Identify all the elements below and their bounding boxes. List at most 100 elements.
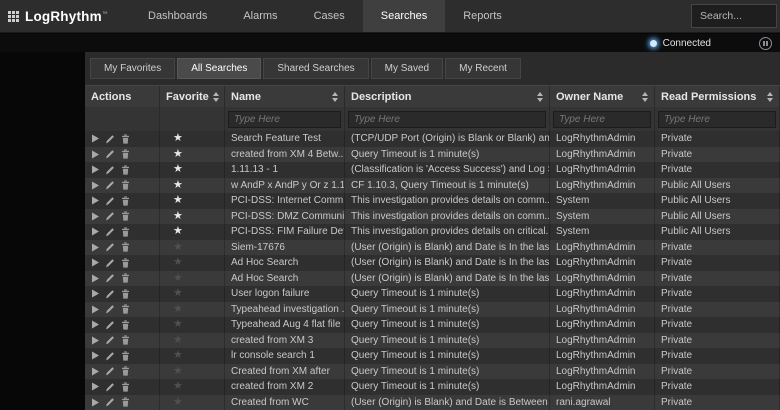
run-search-icon[interactable] <box>91 274 99 283</box>
favorite-star-icon[interactable]: ★ <box>173 381 183 392</box>
sort-icon[interactable] <box>213 92 219 102</box>
table-row[interactable]: ★ w AndP x AndP y Or z 1.1... CF 1.10.3,… <box>85 178 780 194</box>
favorite-star-icon[interactable]: ★ <box>173 350 183 361</box>
run-search-icon[interactable] <box>91 150 99 159</box>
table-row[interactable]: ★ lr console search 1 Query Timeout is 1… <box>85 348 780 364</box>
delete-icon[interactable] <box>121 165 130 175</box>
favorite-star-icon[interactable]: ★ <box>173 242 183 253</box>
favorite-star-icon[interactable]: ★ <box>173 226 183 237</box>
favorite-star-icon[interactable]: ★ <box>173 195 183 206</box>
run-search-icon[interactable] <box>91 289 99 298</box>
favorite-star-icon[interactable]: ★ <box>173 335 183 346</box>
table-row[interactable]: ★ PCI-DSS: FIM Failure Detail This inves… <box>85 224 780 240</box>
table-row[interactable]: ★ Ad Hoc Search (User (Origin) is Blank)… <box>85 271 780 287</box>
favorite-star-icon[interactable]: ★ <box>173 366 183 377</box>
delete-icon[interactable] <box>121 211 130 221</box>
table-row[interactable]: ★ Created from WC (User (Origin) is Blan… <box>85 395 780 410</box>
run-search-icon[interactable] <box>91 134 99 143</box>
global-search-button[interactable]: Search... <box>691 4 777 28</box>
run-search-icon[interactable] <box>91 351 99 360</box>
delete-icon[interactable] <box>121 134 130 144</box>
edit-icon[interactable] <box>105 351 115 361</box>
delete-icon[interactable] <box>121 335 130 345</box>
delete-icon[interactable] <box>121 304 130 314</box>
favorite-star-icon[interactable]: ★ <box>173 304 183 315</box>
filter-input-name[interactable] <box>228 111 341 128</box>
edit-icon[interactable] <box>105 304 115 314</box>
filter-input-owner[interactable] <box>553 111 651 128</box>
table-row[interactable]: ★ Search Feature Test (TCP/UDP Port (Ori… <box>85 131 780 147</box>
column-header-description[interactable]: Description <box>345 86 550 107</box>
table-row[interactable]: ★ PCI-DSS: DMZ Communic... This investig… <box>85 209 780 225</box>
sort-icon[interactable] <box>642 92 648 102</box>
nav-tab-reports[interactable]: Reports <box>445 0 520 32</box>
edit-icon[interactable] <box>105 335 115 345</box>
run-search-icon[interactable] <box>91 196 99 205</box>
run-search-icon[interactable] <box>91 320 99 329</box>
tab-my-saved[interactable]: My Saved <box>371 58 443 79</box>
table-row[interactable]: ★ Typeahead Aug 4 flat file Query Timeou… <box>85 317 780 333</box>
run-search-icon[interactable] <box>91 336 99 345</box>
favorite-star-icon[interactable]: ★ <box>173 149 183 160</box>
table-row[interactable]: ★ Siem-17676 (User (Origin) is Blank) an… <box>85 240 780 256</box>
nav-tab-cases[interactable]: Cases <box>296 0 363 32</box>
delete-icon[interactable] <box>121 273 130 283</box>
table-row[interactable]: ★ 1.11.13 - 1 (Classification is 'Access… <box>85 162 780 178</box>
tab-shared-searches[interactable]: Shared Searches <box>263 58 368 79</box>
edit-icon[interactable] <box>105 242 115 252</box>
delete-icon[interactable] <box>121 149 130 159</box>
nav-tab-alarms[interactable]: Alarms <box>225 0 295 32</box>
table-row[interactable]: ★ PCI-DSS: Internet Comm... This investi… <box>85 193 780 209</box>
delete-icon[interactable] <box>121 289 130 299</box>
delete-icon[interactable] <box>121 366 130 376</box>
table-row[interactable]: ★ created from XM 2 Query Timeout is 1 m… <box>85 379 780 395</box>
edit-icon[interactable] <box>105 382 115 392</box>
sort-icon[interactable] <box>537 92 543 102</box>
edit-icon[interactable] <box>105 258 115 268</box>
delete-icon[interactable] <box>121 242 130 252</box>
tab-all-searches[interactable]: All Searches <box>177 58 261 79</box>
delete-icon[interactable] <box>121 397 130 407</box>
edit-icon[interactable] <box>105 211 115 221</box>
column-header-name[interactable]: Name <box>225 86 345 107</box>
table-row[interactable]: ★ User logon failure Query Timeout is 1 … <box>85 286 780 302</box>
tab-my-recent[interactable]: My Recent <box>445 58 521 79</box>
delete-icon[interactable] <box>121 382 130 392</box>
favorite-star-icon[interactable]: ★ <box>173 319 183 330</box>
tab-my-favorites[interactable]: My Favorites <box>90 58 175 79</box>
table-row[interactable]: ★ Ad Hoc Search (User (Origin) is Blank)… <box>85 255 780 271</box>
delete-icon[interactable] <box>121 180 130 190</box>
favorite-star-icon[interactable]: ★ <box>173 211 183 222</box>
table-row[interactable]: ★ Typeahead investigation ... Query Time… <box>85 302 780 318</box>
edit-icon[interactable] <box>105 366 115 376</box>
delete-icon[interactable] <box>121 320 130 330</box>
favorite-star-icon[interactable]: ★ <box>173 257 183 268</box>
delete-icon[interactable] <box>121 196 130 206</box>
edit-icon[interactable] <box>105 320 115 330</box>
edit-icon[interactable] <box>105 273 115 283</box>
sort-icon[interactable] <box>332 92 338 102</box>
pause-stream-icon[interactable] <box>759 37 772 50</box>
nav-tab-searches[interactable]: Searches <box>363 0 445 32</box>
edit-icon[interactable] <box>105 196 115 206</box>
nav-tab-dashboards[interactable]: Dashboards <box>130 0 225 32</box>
run-search-icon[interactable] <box>91 243 99 252</box>
edit-icon[interactable] <box>105 149 115 159</box>
sort-icon[interactable] <box>767 92 773 102</box>
run-search-icon[interactable] <box>91 305 99 314</box>
run-search-icon[interactable] <box>91 258 99 267</box>
table-row[interactable]: ★ Created from XM after Query Timeout is… <box>85 364 780 380</box>
column-header-permissions[interactable]: Read Permissions <box>655 86 780 107</box>
run-search-icon[interactable] <box>91 382 99 391</box>
favorite-star-icon[interactable]: ★ <box>173 164 183 175</box>
edit-icon[interactable] <box>105 227 115 237</box>
run-search-icon[interactable] <box>91 367 99 376</box>
run-search-icon[interactable] <box>91 398 99 407</box>
run-search-icon[interactable] <box>91 165 99 174</box>
run-search-icon[interactable] <box>91 181 99 190</box>
delete-icon[interactable] <box>121 351 130 361</box>
table-row[interactable]: ★ created from XM 3 Query Timeout is 1 m… <box>85 333 780 349</box>
edit-icon[interactable] <box>105 289 115 299</box>
favorite-star-icon[interactable]: ★ <box>173 397 183 408</box>
run-search-icon[interactable] <box>91 227 99 236</box>
